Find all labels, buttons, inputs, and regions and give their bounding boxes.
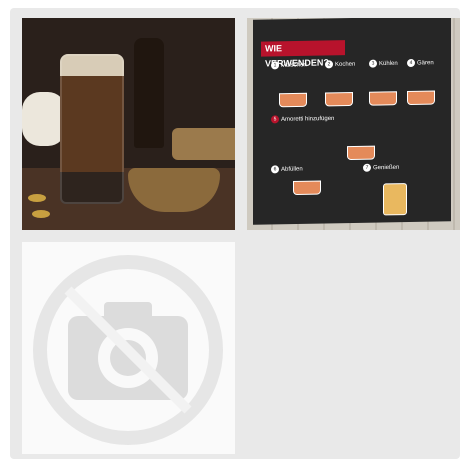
gallery-thumbnail-infographic[interactable]: WIE VERWENDEN? 1 Maischen 2 Kochen 3 Kühlen… — [247, 18, 460, 230]
infographic-title: WIE VERWENDEN? — [261, 40, 345, 69]
beer-bottle — [134, 38, 164, 148]
pot-icon — [325, 91, 353, 107]
pot-icon — [369, 91, 397, 106]
pot-icon — [347, 145, 375, 161]
pretzel-bowl — [172, 128, 235, 160]
step-7: 7 Genießen — [363, 163, 399, 172]
pot-icon — [293, 180, 321, 196]
gallery-thumbnail-beer-photo[interactable] — [22, 18, 235, 230]
step-6: 6 Abfüllen — [271, 165, 303, 174]
step-3: 3 Kühlen — [369, 59, 398, 68]
pot-icon — [279, 92, 307, 108]
step-1: 1 Maischen — [271, 61, 307, 70]
pot-icon — [407, 90, 435, 106]
beer-glass — [60, 54, 124, 204]
step-2: 2 Kochen — [325, 60, 355, 69]
gallery-thumbnail-placeholder[interactable] — [22, 242, 235, 454]
step-4: 4 Gären — [407, 58, 434, 68]
bottle-cap — [32, 210, 50, 218]
bottle-cap — [28, 194, 46, 202]
step-5: 5 Amoretti hinzufügen — [271, 114, 334, 124]
chalkboard: WIE VERWENDEN? 1 Maischen 2 Kochen 3 Kühlen… — [253, 18, 451, 225]
beer-mug-icon — [383, 183, 407, 216]
no-image-camera-icon — [33, 255, 223, 445]
